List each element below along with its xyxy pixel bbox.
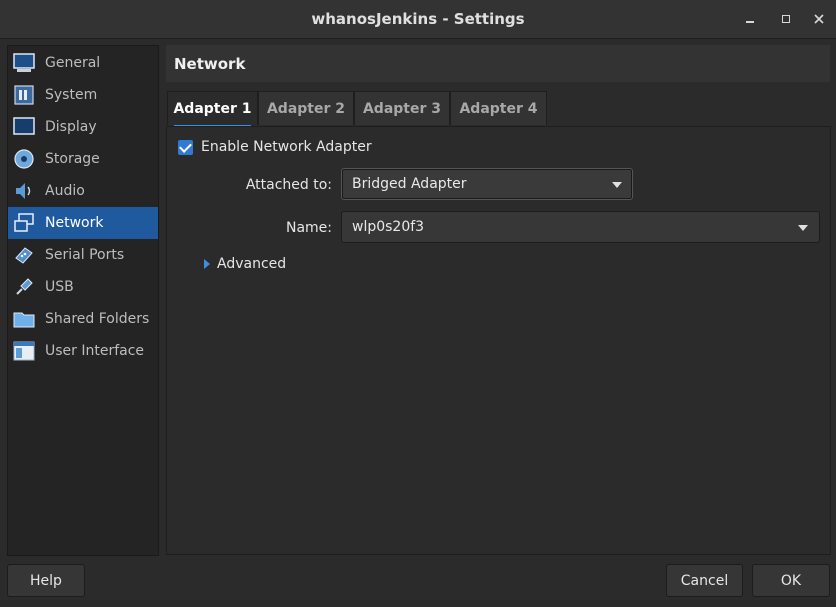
sidebar-item-label: Display: [45, 119, 97, 135]
sidebar-item-user-interface[interactable]: User Interface: [8, 335, 158, 367]
chip-icon: [13, 84, 35, 106]
sidebar-item-audio[interactable]: Audio: [8, 175, 158, 207]
sidebar-item-serial-ports[interactable]: Serial Ports: [8, 239, 158, 271]
help-button[interactable]: Help: [7, 564, 85, 597]
display-icon: [13, 116, 35, 138]
sidebar-item-label: Shared Folders: [45, 311, 150, 327]
sidebar-item-storage[interactable]: Storage: [8, 143, 158, 175]
attached-to-dropdown[interactable]: Bridged Adapter: [341, 168, 633, 200]
ok-button[interactable]: OK: [752, 564, 830, 597]
chevron-down-icon: [612, 182, 622, 188]
network-icon: [13, 212, 35, 234]
name-label: Name:: [285, 220, 332, 236]
sidebar-item-general[interactable]: General: [8, 47, 158, 79]
sidebar-item-label: User Interface: [45, 343, 145, 359]
expand-arrow-icon[interactable]: [204, 259, 210, 269]
sidebar-item-system[interactable]: System: [8, 79, 158, 111]
page-title: Network: [174, 55, 246, 73]
advanced-toggle[interactable]: Advanced: [217, 256, 286, 272]
title-bar: whanosJenkins - Settings: [0, 0, 836, 39]
panel-header: Network: [166, 45, 830, 82]
enable-adapter-checkbox[interactable]: [178, 140, 193, 155]
sidebar-item-label: Audio: [45, 183, 85, 199]
sidebar-item-label: USB: [45, 279, 74, 295]
window-title: whanosJenkins - Settings: [311, 10, 525, 28]
sidebar-item-usb[interactable]: USB: [8, 271, 158, 303]
sidebar-item-network[interactable]: Network: [8, 207, 158, 239]
speaker-icon: [13, 180, 35, 202]
usb-icon: [13, 276, 35, 298]
sidebar-item-label: Serial Ports: [45, 247, 125, 263]
enable-adapter-label[interactable]: Enable Network Adapter: [201, 139, 372, 155]
close-icon[interactable]: [811, 11, 827, 27]
sidebar-item-label: Network: [45, 215, 104, 231]
disk-icon: [13, 148, 35, 170]
sidebar-item-shared-folders[interactable]: Shared Folders: [8, 303, 158, 335]
attached-to-value: Bridged Adapter: [352, 176, 467, 192]
tab-adapter-4[interactable]: Adapter 4: [450, 91, 547, 125]
tab-adapter-1[interactable]: Adapter 1: [167, 91, 258, 127]
chevron-down-icon: [798, 225, 808, 231]
sidebar-item-label: General: [45, 55, 101, 71]
sidebar-item-label: Storage: [45, 151, 100, 167]
attached-to-label: Attached to:: [245, 177, 332, 193]
monitor-icon: [13, 52, 35, 74]
adapter-name-value: wlp0s20f3: [352, 219, 425, 235]
adapter-tabs: Adapter 1 Adapter 2 Adapter 3 Adapter 4: [167, 91, 547, 127]
settings-sidebar: General System Display Storage Audio Net…: [7, 45, 159, 556]
minimize-icon[interactable]: [742, 11, 758, 27]
window-icon: [13, 340, 35, 362]
sidebar-item-label: System: [45, 87, 98, 103]
tab-adapter-3[interactable]: Adapter 3: [354, 91, 450, 125]
tab-adapter-2[interactable]: Adapter 2: [258, 91, 354, 125]
serial-icon: [13, 244, 35, 266]
cancel-button[interactable]: Cancel: [666, 564, 743, 597]
maximize-icon[interactable]: [778, 11, 794, 27]
folder-icon: [13, 308, 35, 330]
adapter-name-dropdown[interactable]: wlp0s20f3: [341, 211, 820, 243]
sidebar-item-display[interactable]: Display: [8, 111, 158, 143]
